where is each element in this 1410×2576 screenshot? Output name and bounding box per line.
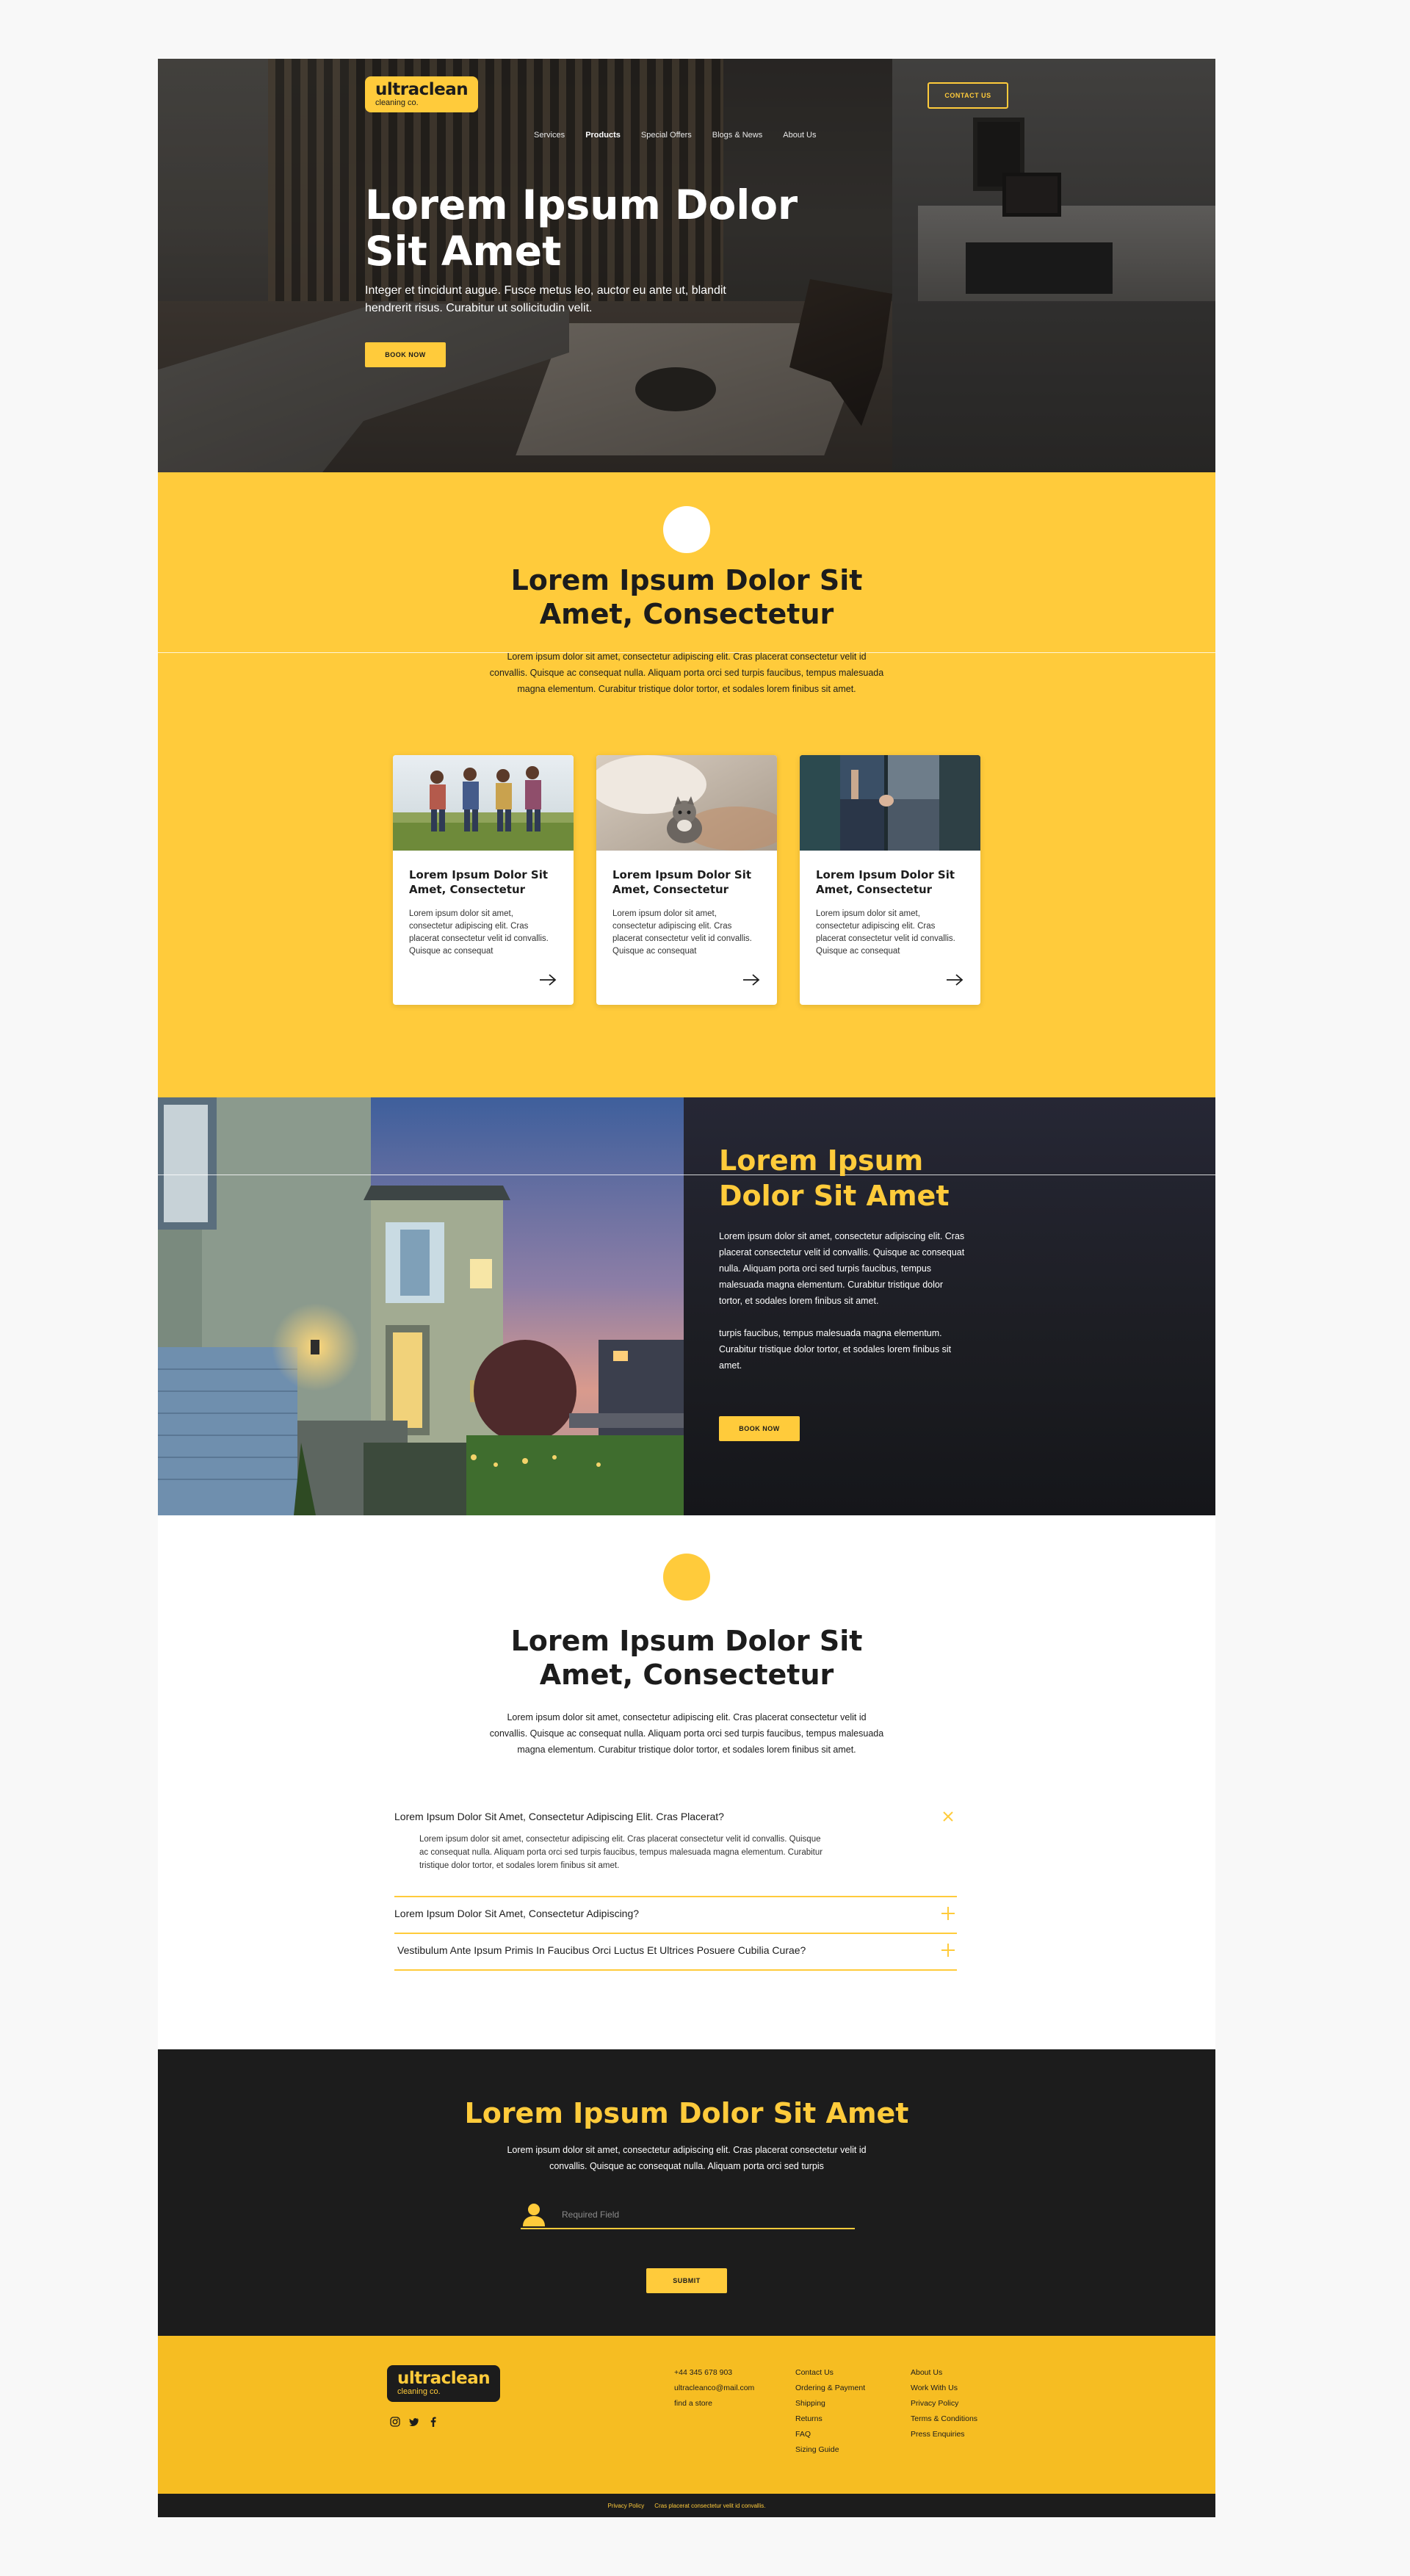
footer-link[interactable]: About Us (911, 2365, 977, 2381)
card-title: Lorem Ipsum Dolor Sit Amet, Consectetur (612, 868, 752, 896)
footer-link[interactable]: Work With Us (911, 2381, 977, 2396)
service-card[interactable]: Lorem Ipsum Dolor Sit Amet, Consectetur … (800, 755, 980, 1005)
plus-icon[interactable] (941, 1906, 955, 1921)
card-text: Lorem ipsum dolor sit amet, consectetur … (409, 909, 549, 956)
feature-text: Lorem ipsum dolor sit amet, consectetur … (719, 1228, 969, 1374)
newsletter-title: Lorem Ipsum Dolor Sit Amet (464, 2097, 909, 2129)
arrow-right-icon[interactable] (945, 973, 964, 987)
service-card[interactable]: Lorem Ipsum Dolor Sit Amet, Consectetur … (596, 755, 777, 1005)
services-title: Lorem Ipsum Dolor Sit Amet, Consectetur (510, 564, 863, 630)
footer-logo[interactable]: ultraclean cleaning co. (387, 2365, 501, 2402)
logo-name: ultraclean (375, 80, 469, 99)
privacy-policy-link[interactable]: Privacy Policy (608, 2503, 645, 2509)
card-text: Lorem ipsum dolor sit amet, consectetur … (612, 909, 752, 956)
faq-item-open[interactable]: Lorem Ipsum Dolor Sit Amet, Consectetur … (394, 1809, 957, 1897)
nav-special-offers[interactable]: Special Offers (641, 131, 692, 140)
footer-link[interactable]: Privacy Policy (911, 2396, 977, 2411)
hero-book-now-button[interactable]: BOOK NOW (365, 342, 446, 367)
footer-link[interactable]: Contact Us (795, 2365, 865, 2381)
newsletter-text: Lorem ipsum dolor sit amet, consectetur … (507, 2145, 867, 2171)
footer-link[interactable]: FAQ (795, 2427, 865, 2442)
facebook-icon[interactable] (428, 2417, 438, 2427)
hero-subtitle: Integer et tincidunt augue. Fusce metus … (365, 284, 726, 314)
faq-title: Lorem Ipsum Dolor Sit Amet, Consectetur (510, 1625, 863, 1691)
card-title: Lorem Ipsum Dolor Sit Amet, Consectetur (409, 868, 549, 896)
footer-links-company: About Us Work With Us Privacy Policy Ter… (911, 2365, 977, 2442)
hero-title: Lorem Ipsum Dolor Sit Amet (365, 181, 798, 275)
card-title: Lorem Ipsum Dolor Sit Amet, Consectetur (816, 868, 955, 896)
section-circle-icon (663, 506, 710, 553)
faq-item[interactable]: Vestibulum Ante Ipsum Primis In Faucibus… (394, 1943, 957, 1971)
instagram-icon[interactable] (390, 2417, 400, 2427)
card-image-kitten (596, 755, 777, 851)
bottom-bar-text: Cras placerat consectetur velit id conva… (654, 2502, 766, 2509)
nav-blogs-news[interactable]: Blogs & News (712, 131, 762, 140)
faq-section: Lorem Ipsum Dolor Sit Amet, Consectetur … (158, 1515, 1215, 2049)
footer-link[interactable]: Ordering & Payment (795, 2381, 865, 2396)
footer-email[interactable]: ultracleanco@mail.com (674, 2381, 754, 2396)
footer-links-help: Contact Us Ordering & Payment Shipping R… (795, 2365, 865, 2458)
feature-title: Lorem Ipsum Dolor Sit Amet (719, 1144, 950, 1212)
card-text: Lorem ipsum dolor sit amet, consectetur … (816, 909, 955, 956)
footer-link[interactable]: Press Enquiries (911, 2427, 977, 2442)
footer-contact: +44 345 678 903 ultracleanco@mail.com fi… (674, 2365, 754, 2411)
user-icon (523, 2204, 545, 2226)
logo-name: ultraclean (397, 2369, 491, 2388)
nav-products[interactable]: Products (585, 131, 621, 140)
footer-phone[interactable]: +44 345 678 903 (674, 2365, 754, 2381)
footer-link[interactable]: Terms & Conditions (911, 2411, 977, 2427)
section-circle-icon (663, 1554, 710, 1601)
feature-paragraph: turpis faucibus, tempus malesuada magna … (719, 1328, 952, 1371)
faq-intro-text: Lorem ipsum dolor sit amet, consectetur … (489, 1712, 884, 1755)
footer-link[interactable]: Shipping (795, 2396, 865, 2411)
faq-answer: Lorem ipsum dolor sit amet, consectetur … (419, 1835, 823, 1870)
footer-find-store[interactable]: find a store (674, 2396, 754, 2411)
contact-us-button[interactable]: CONTACT US (928, 82, 1008, 109)
hero-section: ultraclean cleaning co. Services Product… (158, 59, 1215, 472)
bottom-bar: Privacy Policy Cras placerat consectetur… (158, 2494, 1215, 2517)
main-nav: Services Products Special Offers Blogs &… (534, 131, 817, 140)
logo-tagline: cleaning co. (397, 2387, 441, 2396)
nav-about-us[interactable]: About Us (783, 131, 816, 140)
logo[interactable]: ultraclean cleaning co. (365, 76, 479, 112)
twitter-icon[interactable] (409, 2417, 419, 2427)
service-card[interactable]: Lorem Ipsum Dolor Sit Amet, Consectetur … (393, 755, 574, 1005)
newsletter-input[interactable] (562, 2206, 841, 2223)
faq-question[interactable]: Lorem Ipsum Dolor Sit Amet, Consectetur … (394, 1809, 957, 1824)
services-section: Lorem Ipsum Dolor Sit Amet, Consectetur … (158, 472, 1215, 1097)
close-icon[interactable] (941, 1809, 955, 1824)
faq-question[interactable]: Vestibulum Ante Ipsum Primis In Faucibus… (397, 1943, 957, 1958)
feature-section: Lorem Ipsum Dolor Sit Amet Lorem ipsum d… (158, 1097, 1215, 1515)
footer: ultraclean cleaning co. +44 345 678 903 … (158, 2336, 1215, 2494)
social-links (390, 2417, 438, 2427)
card-image-couple (800, 755, 980, 851)
card-image-family (393, 755, 574, 851)
footer-link[interactable]: Returns (795, 2411, 865, 2427)
faq-question[interactable]: Lorem Ipsum Dolor Sit Amet, Consectetur … (394, 1906, 957, 1921)
newsletter-section: Lorem Ipsum Dolor Sit Amet Lorem ipsum d… (158, 2049, 1215, 2336)
plus-icon[interactable] (941, 1943, 955, 1958)
arrow-right-icon[interactable] (538, 973, 557, 987)
arrow-right-icon[interactable] (742, 973, 761, 987)
newsletter-field (521, 2200, 855, 2229)
logo-tagline: cleaning co. (375, 98, 419, 107)
page: ultraclean cleaning co. Services Product… (158, 59, 1215, 2517)
faq-item[interactable]: Lorem Ipsum Dolor Sit Amet, Consectetur … (394, 1906, 957, 1934)
footer-link[interactable]: Sizing Guide (795, 2442, 865, 2458)
services-text: Lorem ipsum dolor sit amet, consectetur … (489, 652, 884, 694)
house-image (158, 1097, 684, 1515)
feature-paragraph: Lorem ipsum dolor sit amet, consectetur … (719, 1231, 965, 1306)
submit-button[interactable]: SUBMIT (646, 2268, 727, 2293)
feature-book-now-button[interactable]: BOOK NOW (719, 1416, 800, 1441)
nav-services[interactable]: Services (534, 131, 565, 140)
